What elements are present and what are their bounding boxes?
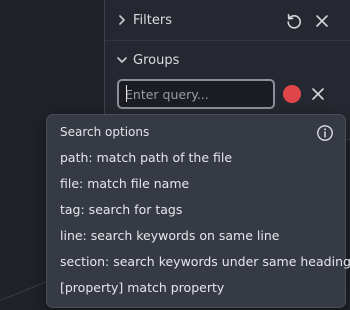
info-icon[interactable]: [316, 124, 334, 142]
chevron-right-icon: [115, 15, 129, 25]
search-options-popover: Search options path: match path of the f…: [46, 114, 350, 308]
close-icon[interactable]: [312, 11, 332, 31]
groups-section-header[interactable]: Groups: [105, 40, 350, 80]
restore-icon[interactable]: [284, 11, 304, 31]
text-caret: [126, 85, 127, 102]
chevron-down-icon: [115, 55, 129, 65]
group-color-picker[interactable]: [283, 85, 301, 103]
filters-label: Filters: [133, 12, 172, 28]
search-option-line[interactable]: line: search keywords on same line: [60, 227, 350, 253]
graph-view-canvas[interactable]: Filters Groups Search options: [0, 0, 350, 310]
search-option-section[interactable]: section: search keywords under same head…: [60, 253, 350, 279]
search-option-property[interactable]: [property] match property: [60, 279, 350, 305]
search-option-path[interactable]: path: match path of the file: [60, 149, 350, 175]
search-options-title: Search options: [60, 125, 150, 139]
groups-label: Groups: [133, 52, 180, 68]
search-option-file[interactable]: file: match file name: [60, 175, 350, 201]
search-options-list: path: match path of the file file: match…: [60, 149, 350, 305]
search-option-tag[interactable]: tag: search for tags: [60, 201, 350, 227]
remove-group-close-icon[interactable]: [308, 84, 328, 104]
group-query-input[interactable]: [117, 79, 275, 109]
